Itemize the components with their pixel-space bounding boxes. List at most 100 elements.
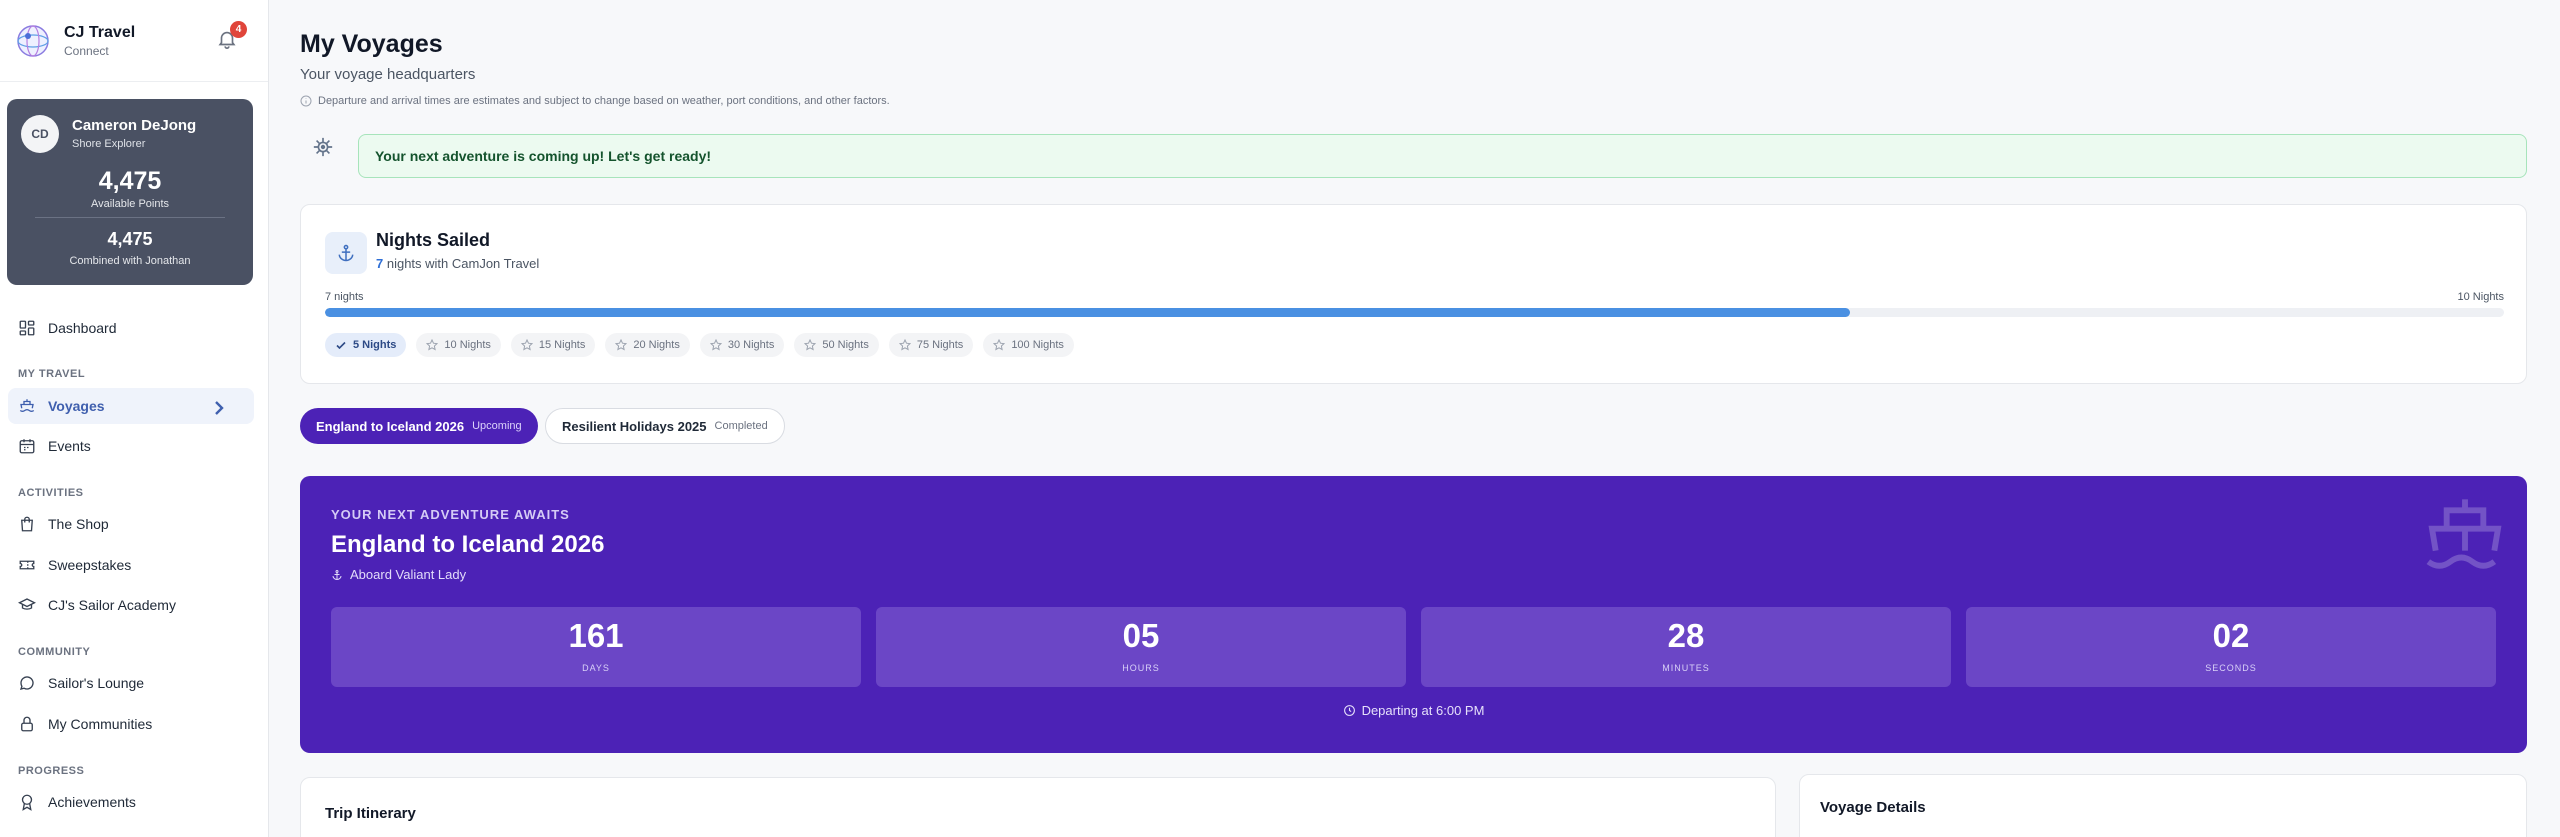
profile-role: Shore Explorer [72, 138, 146, 150]
ship-icon [19, 399, 35, 413]
tab-england-iceland[interactable]: England to Iceland 2026 Upcoming [300, 408, 538, 444]
star-icon [520, 339, 533, 351]
page-title: My Voyages [300, 30, 443, 58]
milestone-chip: 10 Nights [416, 333, 501, 357]
milestone-label: 30 Nights [727, 339, 775, 351]
milestone-list: 5 Nights 10 Nights 15 Nights 20 Nights 30 Ni… [325, 333, 1074, 357]
section-progress: PROGRESS [18, 765, 85, 777]
combined-points: 4,475 [107, 229, 153, 249]
nav-dashboard[interactable]: Dashboard [8, 310, 254, 346]
available-points: 4,475 [98, 167, 162, 195]
countdown-minutes: 28 MINUTES [1421, 607, 1951, 687]
adventure-banner: Your next adventure is coming up! Let's … [358, 134, 2527, 178]
avatar[interactable]: CD [21, 115, 59, 153]
ship-wheel-icon [313, 137, 333, 157]
section-my-travel: MY TRAVEL [18, 368, 86, 380]
milestone-label: 100 Nights [1011, 339, 1064, 351]
progress-current-label: 7 nights [325, 291, 364, 303]
hero-ship-name: Aboard Valiant Lady [350, 567, 467, 582]
countdown-value: 161 [568, 617, 624, 654]
tab-status: Completed [714, 420, 768, 432]
milestone-label: 5 Nights [353, 339, 397, 351]
trip-itinerary-card: Trip Itinerary [300, 777, 1776, 837]
nav-events-label: Events [48, 438, 91, 454]
nav-academy-label: CJ's Sailor Academy [48, 597, 176, 613]
nav-voyages[interactable]: Voyages [8, 388, 254, 424]
nights-sailed-title: Nights Sailed [376, 230, 491, 250]
brand-logo[interactable] [16, 24, 50, 58]
section-activities: ACTIVITIES [18, 487, 84, 499]
nav-lounge-label: Sailor's Lounge [48, 675, 145, 691]
nav-academy[interactable]: CJ's Sailor Academy [8, 587, 254, 623]
star-icon [426, 339, 439, 351]
nav-lounge[interactable]: Sailor's Lounge [8, 665, 254, 701]
voyage-details-card: Voyage Details [1799, 774, 2527, 837]
star-icon [615, 339, 628, 351]
nav-dashboard-label: Dashboard [48, 320, 117, 336]
countdown-label: SECONDS [2205, 663, 2257, 673]
tab-label: England to Iceland 2026 [316, 418, 465, 434]
main-content: My Voyages Your voyage headquarters Depa… [270, 0, 2560, 837]
schedule-notice: Departure and arrival times are estimate… [300, 95, 890, 107]
nights-sailed-subtitle: 7 nights with CamJon Travel [376, 256, 539, 271]
voyage-details-title: Voyage Details [1820, 799, 1926, 816]
anchor-badge [325, 232, 367, 274]
graduation-cap-icon [18, 598, 36, 610]
milestone-chip: 15 Nights [510, 333, 596, 357]
schedule-notice-text: Departure and arrival times are estimate… [318, 95, 890, 107]
section-community: COMMUNITY [18, 646, 91, 658]
chevron-right-icon [215, 401, 224, 415]
profile-name: Cameron DeJong [72, 117, 197, 134]
nav-sweepstakes[interactable]: Sweepstakes [8, 547, 254, 583]
milestone-chip: 75 Nights [888, 333, 974, 357]
profile-card: CD Cameron DeJong Shore Explorer 4,475 A… [7, 99, 253, 285]
page-subtitle: Your voyage headquarters [300, 66, 476, 83]
star-icon [709, 339, 722, 351]
milestone-label: 20 Nights [633, 339, 680, 351]
milestone-chip: 30 Nights [699, 333, 785, 357]
countdown-value: 28 [1667, 617, 1705, 654]
star-icon [898, 339, 911, 351]
nav-shop-label: The Shop [48, 516, 109, 532]
calendar-icon [19, 439, 35, 454]
ticket-icon [19, 560, 35, 570]
brand-subtitle: Connect [64, 43, 109, 58]
nav-voyages-label: Voyages [48, 398, 105, 414]
nav-events[interactable]: Events [8, 428, 254, 464]
milestone-label: 15 Nights [538, 339, 586, 351]
nav-shop[interactable]: The Shop [8, 506, 254, 542]
chat-bubble-icon [19, 676, 34, 690]
sidebar: CJ Travel Connect 4 CD Cameron DeJong Sh… [0, 0, 269, 837]
clock-icon [1343, 705, 1355, 716]
milestone-chip: 100 Nights [983, 333, 1074, 357]
tab-resilient-holidays[interactable]: Resilient Holidays 2025 Completed [545, 408, 785, 444]
shopping-bag-icon [21, 516, 33, 532]
star-icon [993, 339, 1006, 351]
trip-itinerary-title: Trip Itinerary [325, 805, 416, 822]
milestone-chip: 20 Nights [605, 333, 690, 357]
tab-label: Resilient Holidays 2025 [562, 418, 707, 434]
countdown-days: 161 DAYS [331, 607, 861, 687]
milestone-label: 10 Nights [444, 339, 491, 351]
nights-progress-fill [325, 308, 1851, 317]
countdown-seconds: 02 SECONDS [1966, 607, 2496, 687]
profile-divider [35, 217, 225, 218]
countdown-label: MINUTES [1662, 663, 1710, 673]
milestone-label: 50 Nights [822, 339, 869, 351]
countdown-label: HOURS [1122, 663, 1160, 673]
nav-achievements[interactable]: Achievements [8, 784, 254, 820]
brand-header: CJ Travel Connect 4 [0, 0, 268, 82]
countdown-label: DAYS [582, 663, 610, 673]
departure-time-text: Departing at 6:00 PM [1361, 703, 1485, 718]
hero-ship: Aboard Valiant Lady [331, 567, 466, 582]
hero-eyebrow: YOUR NEXT ADVENTURE AWAITS [331, 507, 570, 522]
lock-icon [21, 716, 33, 732]
nav-communities[interactable]: My Communities [8, 706, 254, 742]
milestone-chip: 50 Nights [794, 333, 879, 357]
nights-progress-bar [325, 308, 2504, 317]
ship-watermark-icon [2426, 499, 2502, 569]
check-icon [336, 341, 346, 350]
progress-target-label: 10 Nights [2457, 291, 2504, 303]
departure-time: Departing at 6:00 PM [300, 703, 2527, 718]
dashboard-icon [19, 320, 35, 336]
